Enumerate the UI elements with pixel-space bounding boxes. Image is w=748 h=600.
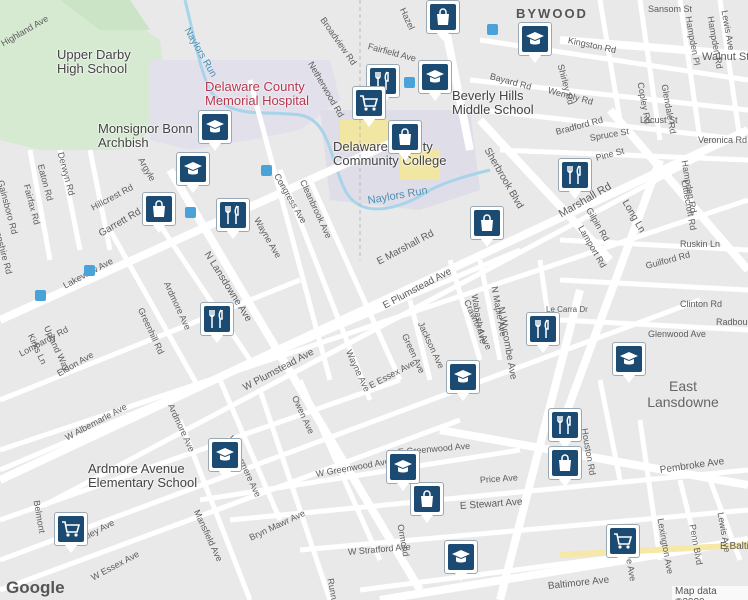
graduation-cap-icon: [448, 544, 474, 570]
shopping-bag-icon: [552, 450, 578, 476]
map-canvas[interactable]: BYWOOD East Lansdowne Upper Darby High S…: [0, 0, 748, 600]
marker-graduation-cap[interactable]: [446, 360, 480, 402]
graduation-cap-icon: [616, 346, 642, 372]
street-label: E Baltimore Ave: [720, 541, 748, 552]
shopping-cart-icon: [610, 528, 636, 554]
google-logo: Google: [6, 578, 65, 597]
shopping-cart-icon: [356, 90, 382, 116]
restaurant-icon: [204, 306, 230, 332]
marker-shopping-cart[interactable]: [352, 86, 386, 128]
graduation-cap-icon: [212, 442, 238, 468]
marker-shopping-cart[interactable]: [54, 512, 88, 554]
marker-restaurant[interactable]: [526, 312, 560, 354]
restaurant-icon: [562, 162, 588, 188]
marker-restaurant[interactable]: [558, 158, 592, 200]
marker-graduation-cap[interactable]: [418, 60, 452, 102]
graduation-cap-icon: [450, 364, 476, 390]
marker-graduation-cap[interactable]: [444, 540, 478, 582]
marker-graduation-cap[interactable]: [386, 450, 420, 492]
transit-stop-icon[interactable]: [404, 77, 415, 88]
marker-shopping-bag[interactable]: [470, 206, 504, 248]
street-label: Sansom St: [648, 4, 693, 14]
graduation-cap-icon: [390, 454, 416, 480]
marker-shopping-bag[interactable]: [388, 120, 422, 162]
poi-ardmore-elementary-school[interactable]: Ardmore Avenue Elementary School: [88, 462, 197, 490]
shopping-bag-icon: [430, 4, 456, 30]
restaurant-icon: [220, 202, 246, 228]
street-label: Walnut St: [702, 51, 748, 63]
shopping-bag-icon: [474, 210, 500, 236]
graduation-cap-icon: [202, 114, 228, 140]
marker-graduation-cap[interactable]: [198, 110, 232, 152]
graduation-cap-icon: [180, 156, 206, 182]
restaurant-icon: [552, 412, 578, 438]
poi-delaware-county-memorial-hospital[interactable]: Delaware County Memorial Hospital: [205, 80, 309, 108]
poi-beverly-hills-middle-school[interactable]: Beverly Hills Middle School: [452, 89, 534, 117]
street-label: Glenwood Ave: [648, 329, 706, 339]
marker-restaurant[interactable]: [216, 198, 250, 240]
transit-stop-icon[interactable]: [35, 290, 46, 301]
poi-upper-darby-high-school[interactable]: Upper Darby High School: [57, 48, 131, 76]
transit-stop-icon[interactable]: [185, 207, 196, 218]
shopping-bag-icon: [392, 124, 418, 150]
marker-graduation-cap[interactable]: [612, 342, 646, 384]
shopping-bag-icon: [146, 196, 172, 222]
restaurant-icon: [530, 316, 556, 342]
marker-graduation-cap[interactable]: [176, 152, 210, 194]
marker-shopping-bag[interactable]: [426, 0, 460, 42]
marker-graduation-cap[interactable]: [518, 22, 552, 64]
marker-shopping-cart[interactable]: [606, 524, 640, 566]
street-label: Veronica Rd: [698, 135, 748, 145]
street-label: Radbourne: [716, 317, 748, 327]
marker-shopping-bag[interactable]: [548, 446, 582, 488]
street-label: Ruskin Ln: [680, 239, 721, 249]
marker-restaurant[interactable]: [200, 302, 234, 344]
shopping-cart-icon: [58, 516, 84, 542]
graduation-cap-icon: [422, 64, 448, 90]
neighborhood-bywood: BYWOOD: [516, 6, 588, 21]
marker-restaurant[interactable]: [548, 408, 582, 450]
transit-stop-icon[interactable]: [487, 24, 498, 35]
neighborhood-east-lansdowne: East Lansdowne: [647, 378, 719, 410]
graduation-cap-icon: [522, 26, 548, 52]
transit-stop-icon[interactable]: [84, 265, 95, 276]
transit-stop-icon[interactable]: [261, 165, 272, 176]
street-label: Clinton Rd: [680, 299, 723, 309]
map-attribution: Map data ©2020: [672, 586, 748, 600]
poi-monsignor-bonner[interactable]: Monsignor Bonn Archbish: [98, 122, 193, 150]
marker-graduation-cap[interactable]: [208, 438, 242, 480]
marker-shopping-bag[interactable]: [142, 192, 176, 234]
